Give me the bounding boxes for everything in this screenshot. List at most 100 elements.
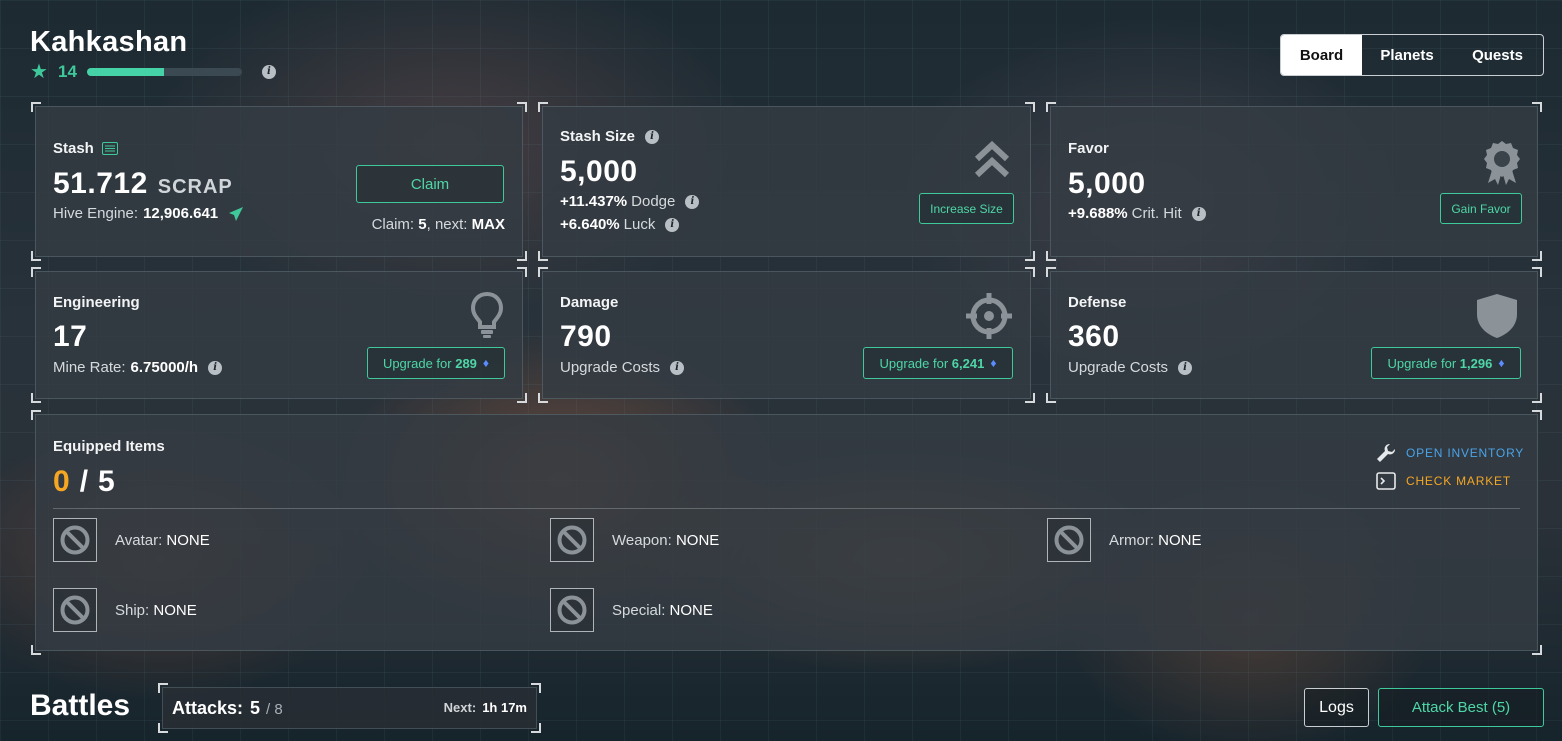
level-number: 14 (58, 62, 77, 81)
slot-box (1047, 518, 1091, 562)
stash-label: Stash (53, 140, 94, 157)
upgrade-cost: 289 (455, 355, 477, 371)
star-icon: ★ (30, 61, 48, 83)
blocked-icon (557, 595, 587, 625)
crystal-icon: ♦ (1498, 356, 1505, 370)
upgrade-damage-button[interactable]: Upgrade for 6,241 ♦ (863, 347, 1013, 379)
engineering-panel: Engineering 17 Mine Rate: 6.75000/h i Up… (31, 267, 527, 403)
info-icon[interactable]: i (645, 129, 660, 144)
upgrade-defense-button[interactable]: Upgrade for 1,296 ♦ (1371, 347, 1521, 379)
list-icon (101, 142, 118, 155)
luck-value: +6.640% (560, 216, 620, 233)
info-icon[interactable]: i (670, 360, 685, 375)
equipped-separator: / (79, 465, 89, 498)
slot-ship[interactable]: Ship: NONE (53, 588, 197, 632)
slot-value: NONE (675, 531, 720, 549)
damage-value: 790 (560, 320, 612, 353)
gain-favor-button[interactable]: Gain Favor (1440, 193, 1522, 224)
crit-row: +9.688% Crit. Hit i (1068, 205, 1206, 222)
crystal-icon: ♦ (990, 356, 997, 370)
luck-label: Luck (623, 216, 656, 233)
dodge-label: Dodge (631, 193, 676, 210)
blocked-icon (557, 525, 587, 555)
increase-size-button[interactable]: Increase Size (919, 193, 1014, 224)
slot-special[interactable]: Special: NONE (550, 588, 713, 632)
level-row: ★ 14 i (30, 62, 276, 82)
slot-avatar[interactable]: Avatar: NONE (53, 518, 210, 562)
blocked-icon (60, 595, 90, 625)
stash-panel: Stash 51.712 SCRAP Hive Engine: 12,906.6… (31, 102, 527, 261)
slot-box (53, 518, 97, 562)
crystal-icon: ♦ (482, 356, 490, 370)
crosshair-icon (966, 293, 1012, 339)
info-icon[interactable]: i (1178, 360, 1193, 375)
divider (53, 508, 1520, 509)
slot-box (550, 588, 594, 632)
send-icon[interactable] (228, 206, 244, 222)
mine-rate-value: 6.75000/h (130, 359, 199, 376)
slot-value: NONE (153, 601, 197, 619)
upgrade-costs-label: Upgrade Costs (560, 359, 661, 376)
equipped-items-label: Equipped Items (53, 438, 165, 455)
info-icon[interactable]: i (665, 217, 680, 232)
stash-size-label-row: Stash Size i (560, 128, 660, 145)
info-icon[interactable]: i (1191, 206, 1206, 221)
next-label: , next: (426, 216, 468, 233)
slot-label: Armor: NONE (1109, 532, 1202, 549)
favor-value: 5,000 (1068, 167, 1146, 200)
luck-row: +6.640% Luck i (560, 216, 680, 233)
tab-quests[interactable]: Quests (1452, 35, 1543, 75)
next-label: Next: (443, 700, 477, 715)
next-value: 1h 17m (482, 700, 527, 715)
hive-engine-row: Hive Engine: 12,906.641 (53, 205, 244, 222)
attack-best-button[interactable]: Attack Best (5) (1378, 688, 1544, 727)
check-market-link[interactable]: CHECK MARKET (1376, 472, 1511, 490)
attacks-label: Attacks: (172, 698, 244, 718)
slot-box (53, 588, 97, 632)
lightbulb-icon (470, 291, 504, 338)
slot-value: NONE (669, 601, 713, 619)
claim-info-label: Claim: (371, 216, 415, 233)
engineering-label: Engineering (53, 294, 140, 311)
slot-weapon[interactable]: Weapon: NONE (550, 518, 719, 562)
slot-label: Weapon: NONE (612, 532, 719, 549)
slot-box (550, 518, 594, 562)
slot-name: Avatar: (115, 531, 163, 549)
crit-label: Crit. Hit (1131, 205, 1182, 222)
dodge-row: +11.437% Dodge i (560, 193, 700, 210)
slot-name: Special: (612, 601, 666, 619)
terminal-icon (1376, 472, 1396, 490)
upgrade-engineering-button[interactable]: Upgrade for 289 ♦ (367, 347, 505, 379)
player-name: Kahkashan (30, 26, 188, 58)
favor-label: Favor (1068, 140, 1109, 157)
info-icon[interactable]: i (261, 65, 276, 79)
tab-board[interactable]: Board (1281, 35, 1362, 75)
slot-name: Ship: (115, 601, 150, 619)
check-market-label: CHECK MARKET (1406, 474, 1511, 488)
slot-value: NONE (166, 531, 210, 549)
stash-label-row: Stash (53, 140, 118, 157)
engineering-value: 17 (53, 320, 88, 353)
stash-amount: 51.712 (53, 167, 148, 200)
attacks-row: Attacks: 5 / 8 (172, 698, 283, 719)
claim-button[interactable]: Claim (356, 165, 504, 203)
mine-rate-label: Mine Rate: (53, 359, 126, 376)
defense-label: Defense (1068, 294, 1127, 311)
blocked-icon (60, 525, 90, 555)
upgrade-cost: 1,296 (1459, 355, 1493, 371)
info-icon[interactable]: i (208, 360, 223, 375)
slot-value: NONE (1158, 531, 1202, 549)
stash-size-value: 5,000 (560, 155, 638, 188)
damage-label: Damage (560, 294, 619, 311)
defense-panel: Defense 360 Upgrade Costs i Upgrade for … (1046, 267, 1542, 403)
slot-label: Special: NONE (612, 602, 713, 619)
crit-value: +9.688% (1068, 205, 1128, 222)
tab-planets[interactable]: Planets (1362, 35, 1452, 75)
info-icon[interactable]: i (685, 194, 700, 209)
attacks-box: Attacks: 5 / 8 Next: 1h 17m (158, 683, 541, 733)
next-attack-row: Next: 1h 17m (444, 700, 527, 715)
open-inventory-link[interactable]: OPEN INVENTORY (1376, 443, 1524, 463)
logs-button[interactable]: Logs (1304, 688, 1369, 727)
slot-armor[interactable]: Armor: NONE (1047, 518, 1202, 562)
claim-info: Claim: 5, next: MAX (372, 216, 505, 233)
